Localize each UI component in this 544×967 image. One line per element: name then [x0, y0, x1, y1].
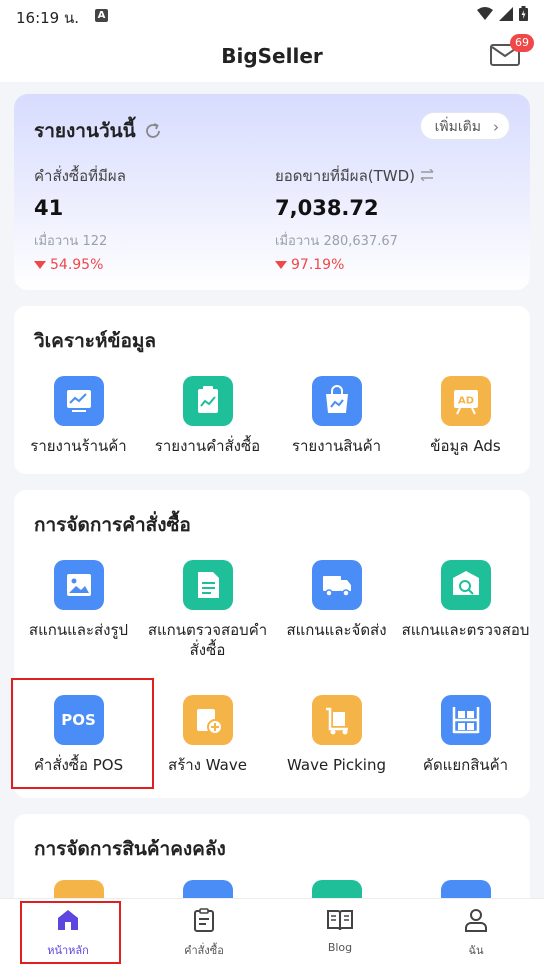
pos-order-button[interactable]: POS คำสั่งซื้อ POS — [14, 695, 143, 775]
order-management-section: การจัดการคำสั่งซื้อ สแกนและส่งรูป สแกนตร… — [14, 490, 530, 798]
sort-products-button[interactable]: คัดแยกสินค้า — [401, 695, 530, 775]
wave-picking-label: Wave Picking — [287, 756, 386, 774]
create-wave-icon — [182, 695, 233, 745]
scan-ship-label: สแกนและจัดส่ง — [286, 621, 387, 639]
scan-check-button[interactable]: สแกนและตรวจสอบ — [401, 560, 530, 640]
pos-icon-text: POS — [61, 711, 96, 729]
down-arrow-icon — [275, 261, 287, 269]
app-bar: BigSeller 69 — [0, 32, 544, 82]
create-wave-label: สร้าง Wave — [168, 756, 247, 774]
mail-button[interactable]: 69 — [490, 34, 534, 66]
product-report-button[interactable]: รายงานสินค้า — [272, 376, 401, 456]
product-report-icon — [311, 376, 362, 426]
create-wave-button[interactable]: สร้าง Wave — [143, 695, 272, 775]
tab-orders[interactable]: คำสั่งซื้อ — [136, 907, 272, 959]
orders-change: 54.95% — [34, 257, 126, 273]
scan-verify-order-label: สแกนตรวจสอบคำสั่งซื้อ — [147, 621, 268, 659]
svg-text:AD: AD — [457, 396, 473, 407]
chevron-right-icon: › — [493, 118, 499, 136]
store-report-button[interactable]: รายงานร้านค้า — [14, 376, 143, 456]
sort-products-label: คัดแยกสินค้า — [422, 756, 509, 774]
analysis-section: วิเคราะห์ข้อมูล รายงานร้านค้า รายงานคำสั… — [14, 306, 530, 474]
order-management-title: การจัดการคำสั่งซื้อ — [34, 514, 191, 536]
store-report-icon — [53, 376, 104, 426]
product-report-label: รายงานสินค้า — [291, 437, 382, 455]
inventory-title: การจัดการสินค้าคงคลัง — [34, 838, 226, 860]
sales-label: ยอดขายที่มีผล(TWD) — [275, 164, 434, 188]
tab-orders-label: คำสั่งซื้อ — [184, 944, 224, 957]
tab-blog-label: Blog — [327, 941, 353, 954]
report-title: รายงานวันนี้ — [34, 120, 136, 142]
swap-icon[interactable] — [420, 168, 434, 182]
mail-badge: 69 — [510, 34, 534, 52]
today-report-card: รายงานวันนี้ เพิ่มเติม › คำสั่งซื้อที่มี… — [14, 94, 530, 290]
sales-change: 97.19% — [275, 257, 434, 273]
truck-icon — [311, 560, 362, 610]
report-title-row: รายงานวันนี้ — [34, 116, 162, 146]
cart-icon — [311, 695, 362, 745]
tab-blog[interactable]: Blog — [272, 907, 408, 954]
scan-verify-order-button[interactable]: สแกนตรวจสอบคำสั่งซื้อ — [143, 560, 272, 660]
status-bar: 16:19 น. A — [0, 0, 544, 32]
scan-check-label: สแกนและตรวจสอบ — [401, 621, 530, 639]
signal-icon — [499, 6, 513, 21]
store-report-label: รายงานร้านค้า — [30, 437, 127, 455]
order-report-icon — [182, 376, 233, 426]
orders-yesterday: เมื่อวาน 122 — [34, 234, 108, 249]
ads-data-button[interactable]: AD ข้อมูล Ads — [401, 376, 530, 456]
pos-icon: POS — [53, 695, 104, 745]
shelf-icon — [440, 695, 491, 745]
sales-value: 7,038.72 — [275, 196, 379, 220]
more-label: เพิ่มเติม — [434, 119, 481, 135]
orders-stat[interactable]: คำสั่งซื้อที่มีผล 41 เมื่อวาน 122 54.95% — [34, 164, 126, 273]
orders-label: คำสั่งซื้อที่มีผล — [34, 167, 126, 185]
document-icon — [182, 560, 233, 610]
tab-home-label: หน้าหลัก — [47, 944, 89, 957]
tab-me[interactable]: ฉัน — [408, 907, 544, 959]
scan-send-photo-label: สแกนและส่งรูป — [28, 621, 129, 639]
image-icon — [53, 560, 104, 610]
scan-ship-button[interactable]: สแกนและจัดส่ง — [272, 560, 401, 640]
more-button[interactable]: เพิ่มเติม › — [419, 112, 510, 140]
down-arrow-icon — [34, 261, 46, 269]
bottom-tab-bar: หน้าหลัก คำสั่งซื้อ Blog ฉัน — [0, 898, 544, 967]
book-icon — [327, 910, 353, 931]
wifi-icon — [477, 6, 493, 20]
ads-data-label: ข้อมูล Ads — [430, 437, 501, 455]
user-icon — [465, 909, 487, 932]
pos-order-label: คำสั่งซื้อ POS — [33, 756, 124, 774]
refresh-icon[interactable] — [144, 122, 162, 140]
order-report-label: รายงานคำสั่งซื้อ — [154, 437, 261, 455]
order-report-button[interactable]: รายงานคำสั่งซื้อ — [143, 376, 272, 456]
tab-home[interactable]: หน้าหลัก — [0, 907, 136, 959]
orders-value: 41 — [34, 196, 64, 220]
a-notification-icon: A — [95, 9, 108, 22]
app-title: BigSeller — [221, 44, 323, 68]
sales-yesterday: เมื่อวาน 280,637.67 — [275, 234, 398, 249]
battery-icon — [519, 6, 528, 21]
scan-send-photo-button[interactable]: สแกนและส่งรูป — [14, 560, 143, 640]
clock: 16:19 น. — [16, 9, 80, 27]
tab-me-label: ฉัน — [468, 944, 484, 957]
analysis-title: วิเคราะห์ข้อมูล — [34, 330, 157, 352]
clipboard-icon — [194, 908, 214, 932]
ads-icon: AD — [440, 376, 491, 426]
package-check-icon — [440, 560, 491, 610]
home-icon — [58, 910, 78, 930]
sales-stat[interactable]: ยอดขายที่มีผล(TWD) 7,038.72 เมื่อวาน 280… — [275, 164, 434, 273]
wave-picking-button[interactable]: Wave Picking — [272, 695, 401, 775]
